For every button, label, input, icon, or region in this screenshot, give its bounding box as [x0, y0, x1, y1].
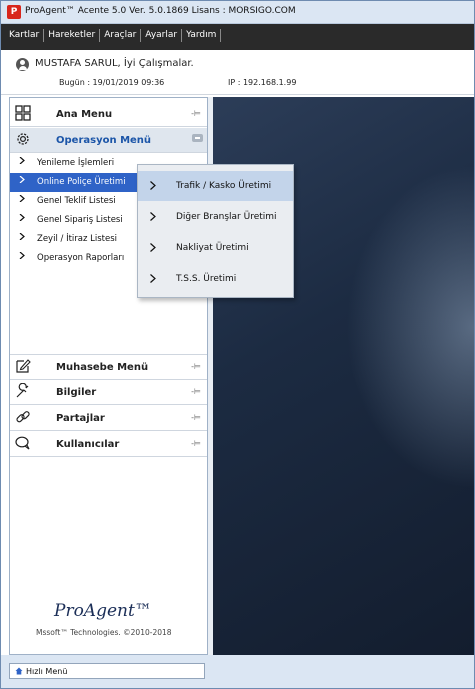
pin-icon[interactable]: -⊨	[191, 362, 201, 371]
section-label: Muhasebe Menü	[56, 362, 149, 373]
popup-item-tss[interactable]: T.S.S. Üretimi	[138, 264, 293, 294]
menu-araclar[interactable]: Araçlar	[99, 29, 140, 42]
online-police-popup-menu: Trafik / Kasko Üretimi Diğer Branşlar Ür…	[137, 164, 294, 298]
section-label: Bilgiler	[56, 387, 97, 398]
chat-icon	[15, 436, 30, 450]
app-logo-icon: P	[7, 5, 21, 19]
wrench-icon	[16, 383, 29, 398]
collapse-icon[interactable]	[192, 134, 203, 142]
menu-ayarlar[interactable]: Ayarlar	[140, 29, 181, 42]
grid-icon	[15, 105, 31, 121]
chevron-right-icon	[150, 181, 156, 190]
section-ana-menu[interactable]: Ana Menu -⊨	[10, 102, 207, 127]
pin-icon[interactable]: -⊨	[191, 439, 201, 448]
section-label: Partajlar	[56, 413, 105, 424]
submenu-label: Genel Teklif Listesi	[37, 196, 116, 206]
menu-hareketler[interactable]: Hareketler	[43, 29, 99, 42]
pin-icon[interactable]: -⊨	[191, 387, 201, 396]
submenu-label: Yenileme İşlemleri	[37, 158, 115, 168]
menu-bar: Kartlar Hareketler Araçlar Ayarlar Yardı…	[1, 24, 474, 50]
quick-menu-button[interactable]: Hızlı Menü	[9, 663, 205, 679]
popup-item-label: Nakliyat Üretimi	[176, 243, 249, 253]
chevron-right-icon	[150, 212, 156, 221]
proagent-logo: ProAgent™	[54, 601, 152, 621]
submenu-label: Genel Sipariş Listesi	[37, 215, 123, 225]
link-icon	[16, 411, 30, 423]
submenu-label: Zeyil / İtiraz Listesi	[37, 234, 118, 244]
menu-yardim[interactable]: Yardım	[181, 29, 220, 42]
window-title: ProAgent™ Acente 5.0 Ver. 5.0.1869 Lisan…	[25, 6, 296, 16]
popup-item-nakliyat[interactable]: Nakliyat Üretimi	[138, 233, 293, 263]
gear-icon	[17, 133, 29, 145]
section-bilgiler[interactable]: Bilgiler -⊨	[10, 380, 207, 405]
section-label: Ana Menu	[56, 109, 113, 120]
menu-kartlar[interactable]: Kartlar	[5, 29, 43, 42]
popup-item-label: Trafik / Kasko Üretimi	[176, 181, 272, 191]
popup-item-label: Diğer Branşlar Üretimi	[176, 212, 277, 222]
popup-item-diger-branslar[interactable]: Diğer Branşlar Üretimi	[138, 202, 293, 232]
user-greeting: MUSTAFA SARUL, İyi Çalışmalar.	[35, 58, 194, 69]
section-muhasebe-menu[interactable]: Muhasebe Menü -⊨	[10, 354, 207, 380]
user-info-bar: MUSTAFA SARUL, İyi Çalışmalar. Bugün : 1…	[1, 50, 474, 95]
user-icon	[16, 58, 29, 71]
chevron-right-icon	[19, 176, 25, 183]
section-label: Operasyon Menü	[56, 135, 152, 146]
section-label: Kullanıcılar	[56, 439, 120, 450]
chevron-right-icon	[19, 157, 25, 164]
popup-item-label: T.S.S. Üretimi	[176, 274, 237, 284]
ip-address: IP : 192.168.1.99	[228, 78, 297, 87]
app-window: P ProAgent™ Acente 5.0 Ver. 5.0.1869 Lis…	[0, 0, 475, 689]
chevron-right-icon	[150, 243, 156, 252]
home-icon	[15, 667, 23, 675]
submenu-label: Operasyon Raporları	[37, 253, 125, 263]
chevron-right-icon	[19, 195, 25, 202]
pin-icon[interactable]: -⊨	[191, 109, 201, 118]
popup-item-trafik-kasko[interactable]: Trafik / Kasko Üretimi	[138, 171, 293, 201]
quick-menu-label: Hızlı Menü	[26, 667, 68, 676]
section-partajlar[interactable]: Partajlar -⊨	[10, 406, 207, 431]
section-kullanicilar[interactable]: Kullanıcılar -⊨	[10, 432, 207, 457]
chevron-right-icon	[150, 274, 156, 283]
current-date: Bugün : 19/01/2019 09:36	[59, 78, 165, 87]
chevron-right-icon	[19, 252, 25, 259]
chevron-right-icon	[19, 214, 25, 221]
copyright-text: Mssoft™ Technologies. ©2010-2018	[36, 628, 172, 637]
edit-icon	[16, 359, 31, 373]
menu-divider	[220, 29, 222, 42]
pin-icon[interactable]: -⊨	[191, 413, 201, 422]
status-footer: Hızlı Menü	[1, 655, 474, 688]
section-operasyon-menu[interactable]: Operasyon Menü	[10, 128, 207, 153]
title-bar: P ProAgent™ Acente 5.0 Ver. 5.0.1869 Lis…	[1, 1, 474, 24]
chevron-right-icon	[19, 233, 25, 240]
submenu-label: Online Poliçe Üretimi	[37, 177, 126, 187]
